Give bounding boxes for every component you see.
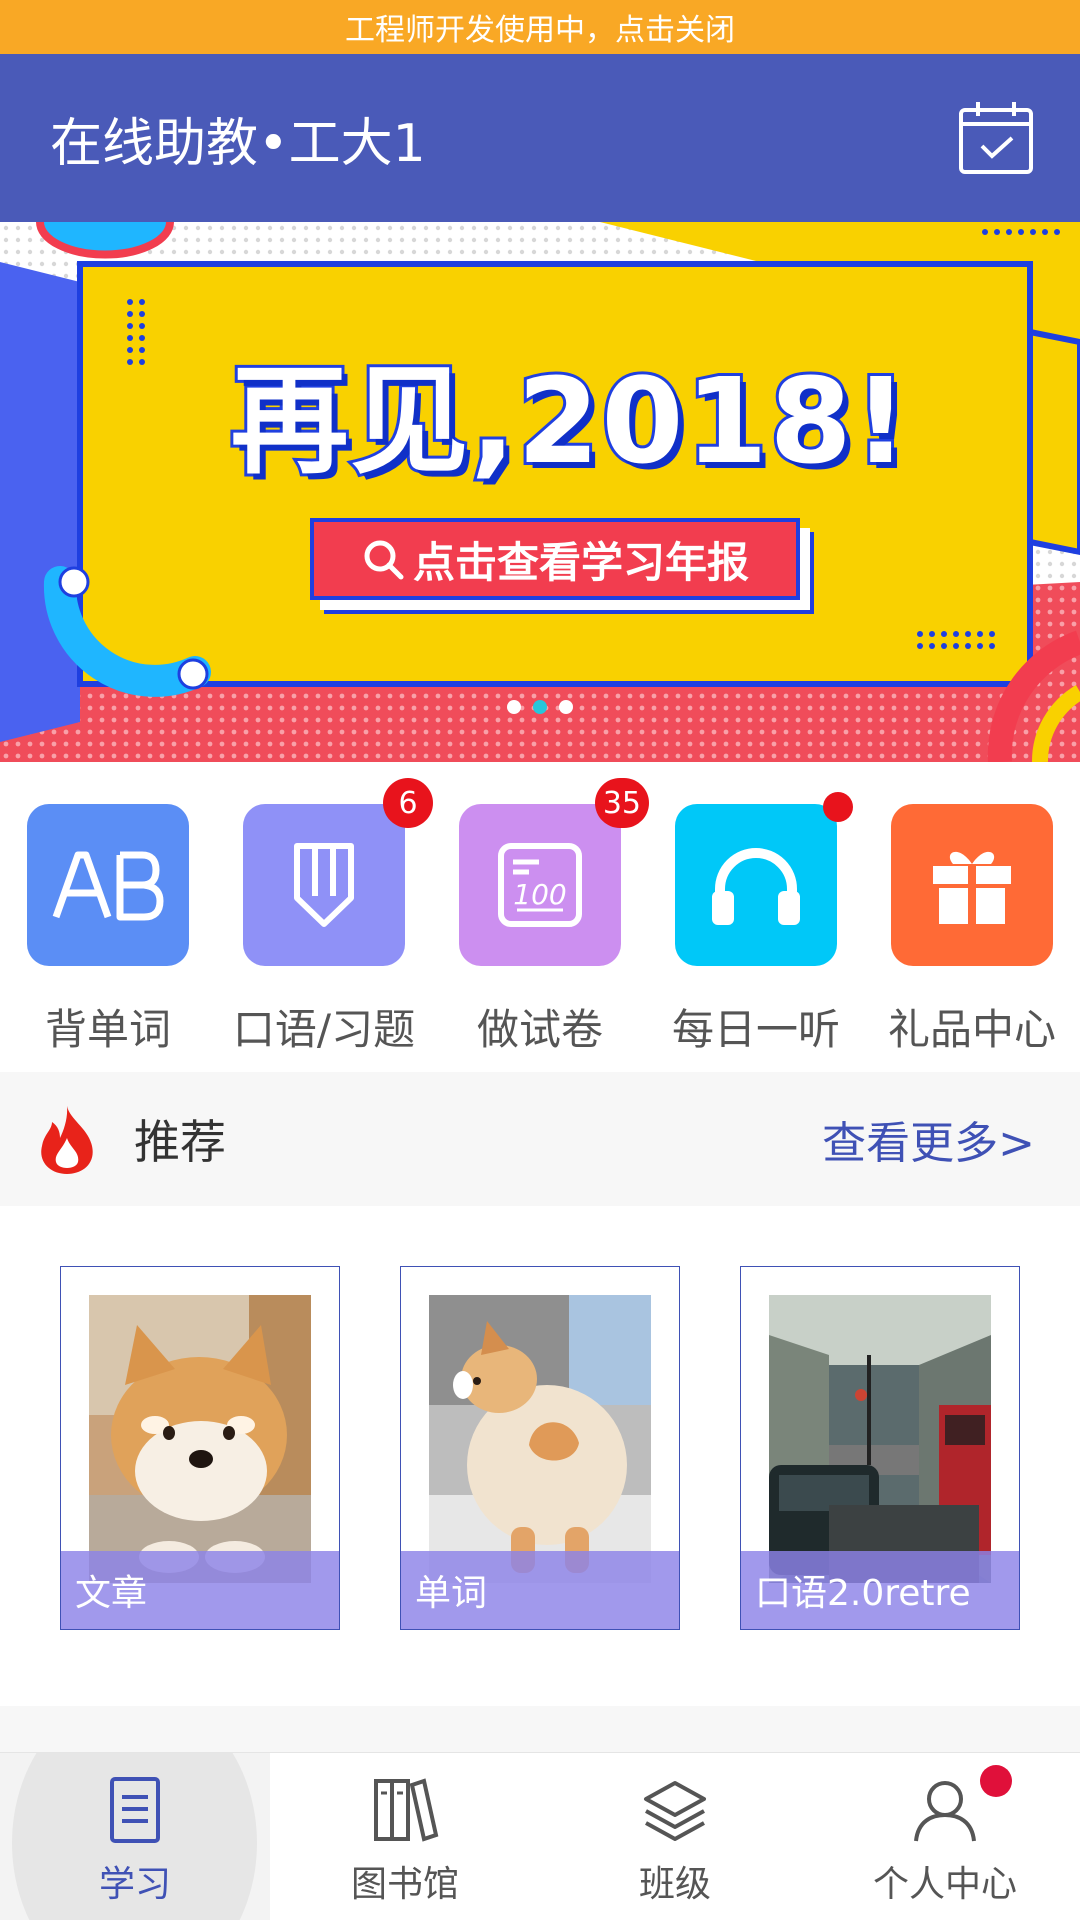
section-divider: [0, 1706, 1080, 1752]
tab-label: 班级: [638, 1864, 711, 1905]
books-icon: [374, 1778, 439, 1842]
quick-item-gift-center[interactable]: 礼品中心: [872, 804, 1072, 1057]
quick-item-label: 每日一听: [671, 1005, 840, 1054]
quick-item-speaking-exercises[interactable]: 6 口语/习题: [224, 778, 433, 1057]
gift-glyph: [933, 851, 1011, 924]
tab-label: 个人中心: [872, 1864, 1017, 1905]
recommend-title: 推荐: [134, 1115, 226, 1169]
quick-menu: 背单词 6 口语/习题 100 35 做试卷 每日一听 礼品中心: [0, 762, 1080, 1072]
notification-badge: 35: [594, 778, 649, 828]
tab-label: 学习: [98, 1864, 171, 1905]
ab-letters-icon: [27, 804, 189, 966]
carousel-indicators: [0, 700, 1080, 714]
gift-icon: [891, 804, 1053, 966]
notification-badge: 6: [383, 778, 433, 828]
quick-item-label: 做试卷: [476, 1005, 603, 1054]
tab-class[interactable]: 班级: [540, 1775, 810, 1907]
ab-letters-glyph: [52, 851, 164, 921]
quick-item-label: 背单词: [44, 1005, 171, 1054]
recommend-card-label: 口语2.0retre: [741, 1551, 1019, 1629]
svg-text:100: 100: [513, 878, 566, 911]
flame-icon: [41, 1106, 93, 1174]
dev-notice-text: 工程师开发使用中，点击关闭: [345, 13, 735, 48]
recommend-cards: 文章 单词 口语2.0retre: [0, 1206, 1080, 1706]
quick-item-label: 口语/习题: [232, 1005, 416, 1054]
tab-study[interactable]: 学习: [0, 1775, 270, 1907]
recommend-card-speaking[interactable]: 口语2.0retre: [740, 1266, 1020, 1630]
score-100-icon: 100 35: [459, 778, 649, 966]
headphones-icon: [675, 792, 853, 966]
search-icon: [364, 540, 404, 580]
carousel-dot[interactable]: [559, 700, 573, 714]
london-street-photo: [769, 1295, 991, 1583]
recommend-card-articles[interactable]: 文章: [60, 1266, 340, 1630]
recommend-card-words[interactable]: 单词: [400, 1266, 680, 1630]
view-more-link[interactable]: 查看更多>: [822, 1107, 1035, 1171]
layers-icon: [644, 1781, 706, 1841]
pencil-glyph: [294, 843, 354, 927]
app-bar: 在线助教•工大1: [0, 54, 1080, 222]
quick-item-exam-papers[interactable]: 100 35 做试卷: [440, 778, 649, 1057]
tab-library[interactable]: 图书馆: [270, 1775, 540, 1907]
carousel-dot[interactable]: [507, 700, 521, 714]
view-annual-report-button[interactable]: 点击查看学习年报: [310, 518, 800, 600]
view-annual-report-label: 点击查看学习年报: [412, 537, 749, 587]
person-icon: [914, 1781, 976, 1842]
app-title: 在线助教•工大1: [50, 113, 426, 174]
score-100-glyph: 100: [498, 843, 582, 927]
tab-profile[interactable]: 个人中心: [810, 1775, 1080, 1907]
headphones-glyph: [712, 848, 800, 925]
recommend-header: 推荐 查看更多>: [0, 1072, 1080, 1206]
bottom-navigation: 学习 图书馆 班级 个人中心: [0, 1752, 1080, 1920]
corgi-back-photo: [429, 1295, 651, 1583]
tab-label: 图书馆: [350, 1864, 459, 1905]
quick-item-daily-listening[interactable]: 每日一听: [656, 792, 856, 1057]
recommend-card-label: 文章: [61, 1551, 339, 1629]
carousel-dot-active[interactable]: [533, 700, 547, 714]
shiba-dog-photo: [89, 1295, 311, 1583]
recommend-card-label: 单词: [401, 1551, 679, 1629]
quick-item-label: 礼品中心: [887, 1005, 1056, 1054]
calendar-check-icon[interactable]: [956, 98, 1036, 178]
notification-dot: [823, 792, 853, 822]
quick-item-vocabulary[interactable]: 背单词: [8, 804, 208, 1057]
profile-notification-dot: [980, 1765, 1012, 1797]
pencil-icon: 6: [243, 778, 433, 966]
banner-title: 再见,2018!: [227, 349, 910, 493]
dev-notice-bar[interactable]: 工程师开发使用中，点击关闭: [0, 0, 1080, 54]
document-list-icon: [110, 1777, 160, 1843]
